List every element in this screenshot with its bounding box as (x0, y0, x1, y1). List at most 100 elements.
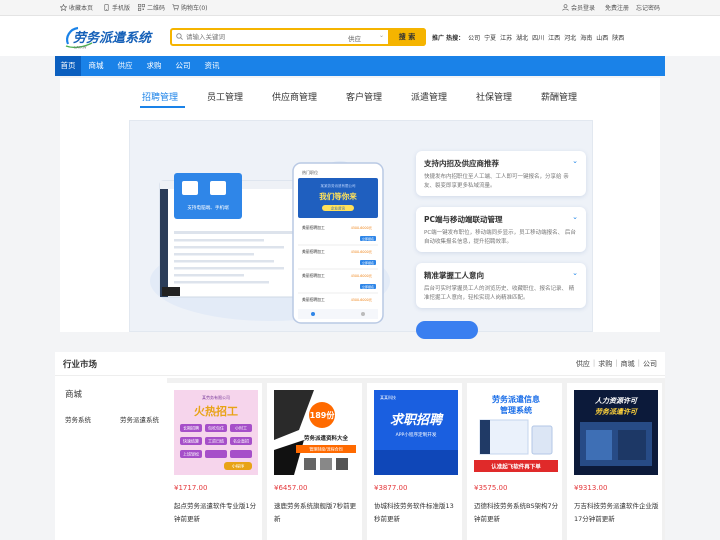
forgot-password-link[interactable]: 忘记密码 (636, 3, 660, 12)
sidebar-item-labor-system[interactable]: 劳务系统 (65, 414, 91, 424)
feature-card-title: PC端与移动端联动管理 (424, 215, 503, 224)
product-card[interactable]: 人力资源许可 劳务派遣许可 ¥9313.00 万吉科技劳务派遣软件企业版17分钟… (567, 383, 662, 540)
nav-item-home[interactable]: 首页 (55, 56, 81, 76)
hot-search-item[interactable]: 宁夏 (484, 33, 496, 42)
product-name[interactable]: 协城科技劳务软件标准版13秒前更新 (374, 500, 460, 526)
feature-tabs: 招聘管理 员工管理 供应商管理 客户管理 派遣管理 社保管理 薪酬管理 (60, 90, 660, 106)
product-card[interactable]: 189份 劳务派遣资料大全 管理制度/流程合同 ¥6457.00 速鹿劳务系统旗… (267, 383, 362, 540)
nav-item-news[interactable]: 资讯 (199, 56, 225, 76)
product-price: ¥1717.00 (174, 484, 208, 492)
register-link[interactable]: 免费注册 (605, 3, 629, 12)
product-image[interactable]: 某劳务有限公司 火热招工 长期招聘 包吃包住 小时工 快速结算 工资日结 名企直… (174, 390, 258, 475)
product-image[interactable]: 189份 劳务派遣资料大全 管理制度/流程合同 (274, 390, 358, 475)
nav-item-supply[interactable]: 供应 (112, 56, 138, 76)
job-title: 美丽招聘加工 (302, 273, 325, 278)
product-name[interactable]: 万吉科技劳务派遣软件企业版17分钟前更新 (574, 500, 660, 526)
bookmark-link[interactable]: 收藏本页 (60, 3, 93, 12)
hot-search-item[interactable]: 湖北 (516, 33, 528, 42)
search-button[interactable]: 搜 索 (388, 28, 426, 46)
qrcode-link[interactable]: 二维码 (138, 3, 165, 12)
product-name[interactable]: 起点劳务派遣软件专业版1分钟前更新 (174, 500, 260, 526)
sidebar-item-dispatch-system[interactable]: 劳务派遣系统 (120, 414, 159, 424)
cart-link[interactable]: 购物车(0) (172, 3, 208, 12)
product-name[interactable]: 迈德科技劳务系统BS架构7分钟前更新 (474, 500, 560, 526)
product-card[interactable]: 某劳务有限公司 火热招工 长期招聘 包吃包住 小时工 快速结算 工资日结 名企直… (167, 383, 262, 540)
product-image[interactable]: 人力资源许可 劳务派遣许可 (574, 390, 658, 475)
hot-search-item[interactable]: 公司 (468, 33, 480, 42)
image-text: APP小程序定制开发 (396, 431, 437, 438)
tab-social-security[interactable]: 社保管理 (476, 90, 512, 103)
feature-stage: 支持电脑端、手机端 热门职位 某某劳务派遣有限公司 我们等你来 企业资讯 美丽招… (129, 120, 593, 339)
product-name[interactable]: 速鹿劳务系统旗舰版7秒前更新 (274, 500, 360, 526)
tab-payroll[interactable]: 薪酬管理 (541, 90, 577, 103)
hot-search-item[interactable]: 河北 (564, 33, 576, 42)
site-logo[interactable]: 劳务派遣系统 LAO.W (62, 24, 157, 50)
main-nav: 首页 商城 供应 求购 公司 资讯 (55, 56, 665, 76)
product-image[interactable]: 某某科技 求职招聘 APP小程序定制开发 (374, 390, 458, 475)
job-pay: 4500-6000元 (351, 274, 373, 278)
divider: | (637, 359, 640, 367)
bookmark-label: 收藏本页 (69, 5, 94, 12)
mobile-link[interactable]: 手机版 (103, 3, 130, 12)
job-title: 美丽招聘加工 (302, 225, 325, 230)
market-header: 行业市场 供应 | 求购 | 商城 | 公司 (55, 352, 665, 376)
product-price: ¥6457.00 (274, 484, 308, 492)
search-input[interactable] (186, 32, 346, 42)
image-text: 小时工 (235, 425, 247, 431)
feature-panel: 招聘管理 员工管理 供应商管理 客户管理 派遣管理 社保管理 薪酬管理 支持电脑… (60, 78, 660, 339)
market-title: 行业市场 (63, 360, 98, 370)
product-card[interactable]: 某某科技 求职招聘 APP小程序定制开发 ¥3877.00 协城科技劳务软件标准… (367, 383, 462, 540)
mobile-label: 手机版 (112, 5, 131, 12)
product-image[interactable]: 劳务派遣信息 管理系统 认准起飞软件再下单 (474, 390, 558, 475)
image-text: 名企直招 (233, 438, 249, 444)
job-pay: 4500-6000元 (351, 250, 373, 254)
phone-banner-small: 某某劳务派遣有限公司 (321, 183, 356, 188)
image-text: 189份 (310, 410, 336, 420)
search-category-select[interactable]: 供应 (348, 33, 361, 43)
tab-customers[interactable]: 客户管理 (346, 90, 382, 103)
tab-recruitment[interactable]: 招聘管理 (142, 90, 178, 103)
image-text: 劳务派遣许可 (595, 407, 639, 416)
nav-item-mall[interactable]: 商城 (83, 56, 109, 76)
divider: | (592, 359, 596, 367)
search-box: 供应 ⌄ 搜 索 (170, 28, 426, 46)
nav-item-company[interactable]: 公司 (170, 56, 196, 76)
market-link-supply[interactable]: 供应 (576, 359, 590, 369)
feature-card-desc: 后台可实时掌握员工人的浏览历史、收藏职位、报名记录、 精准挖掘工人意向，轻松实现… (424, 286, 575, 301)
product-price: ¥3575.00 (474, 484, 508, 492)
feature-card-referral[interactable]: 支持内招及供应商推荐 快捷发布内招职位至人工端、工人即可一键报名，分享给 亲友、… (416, 151, 586, 196)
user-icon (562, 4, 569, 11)
learn-more-button[interactable] (416, 321, 478, 339)
image-text: 上班轻松 (183, 451, 199, 457)
market-link-purchase[interactable]: 求购 (598, 359, 612, 369)
hot-search-item[interactable]: 海南 (580, 33, 592, 42)
tab-employees[interactable]: 员工管理 (207, 90, 243, 103)
market-section: 行业市场 供应 | 求购 | 商城 | 公司 商城 劳务系统 劳务派遣系统 某劳务有限… (55, 352, 665, 540)
feature-card-intent[interactable]: 精准掌握工人意向 后台可实时掌握员工人的浏览历史、收藏职位、报名记录、 精准挖掘… (416, 263, 586, 308)
top-bar: 收藏本页 手机版 二维码 购物车(0) 会员登录 免费注册 忘记密码 (0, 0, 720, 16)
hot-search-item[interactable]: 陕西 (612, 33, 624, 42)
market-link-mall[interactable]: 商城 (621, 359, 635, 369)
tab-suppliers[interactable]: 供应商管理 (272, 90, 317, 103)
tab-dispatch[interactable]: 派遣管理 (411, 90, 447, 103)
phone-banner-tag: 企业资讯 (331, 206, 345, 211)
apply-button: 立即报名 (362, 236, 374, 241)
register-label: 免费注册 (605, 5, 630, 12)
image-text: 某某科技 (380, 394, 396, 400)
job-pay: 4500-6000元 (351, 298, 373, 302)
feature-card-desc: PC端一键发布职位，移动端同步显示，员工移动端报名、 后台自动收集报名信息，提升… (424, 230, 576, 245)
hot-search-label: 推广 热搜： (432, 35, 465, 42)
market-link-company[interactable]: 公司 (643, 359, 657, 369)
feature-card-sync[interactable]: PC端与移动端联动管理 PC端一键发布职位，移动端同步显示，员工移动端报名、 后… (416, 207, 586, 252)
hot-search-item[interactable]: 四川 (532, 33, 544, 42)
cart-label: 购物车(0) (181, 5, 208, 12)
login-link[interactable]: 会员登录 (562, 3, 595, 12)
nav-item-purchase[interactable]: 求购 (141, 56, 167, 76)
hot-search-item[interactable]: 山西 (596, 33, 608, 42)
image-text: 长期招聘 (183, 425, 199, 431)
recruitment-illustration: 支持电脑端、手机端 热门职位 某某劳务派遣有限公司 我们等你来 企业资讯 美丽招… (150, 161, 390, 324)
hot-search-item[interactable]: 江西 (548, 33, 560, 42)
product-card[interactable]: 劳务派遣信息 管理系统 认准起飞软件再下单 ¥3575.00 迈德科技劳务系统B… (467, 383, 562, 540)
site-header: 劳务派遣系统 LAO.W 供应 ⌄ 搜 索 推广 热搜： 公司 宁夏 江苏 湖北… (0, 16, 720, 56)
hot-search-item[interactable]: 江苏 (500, 33, 512, 42)
